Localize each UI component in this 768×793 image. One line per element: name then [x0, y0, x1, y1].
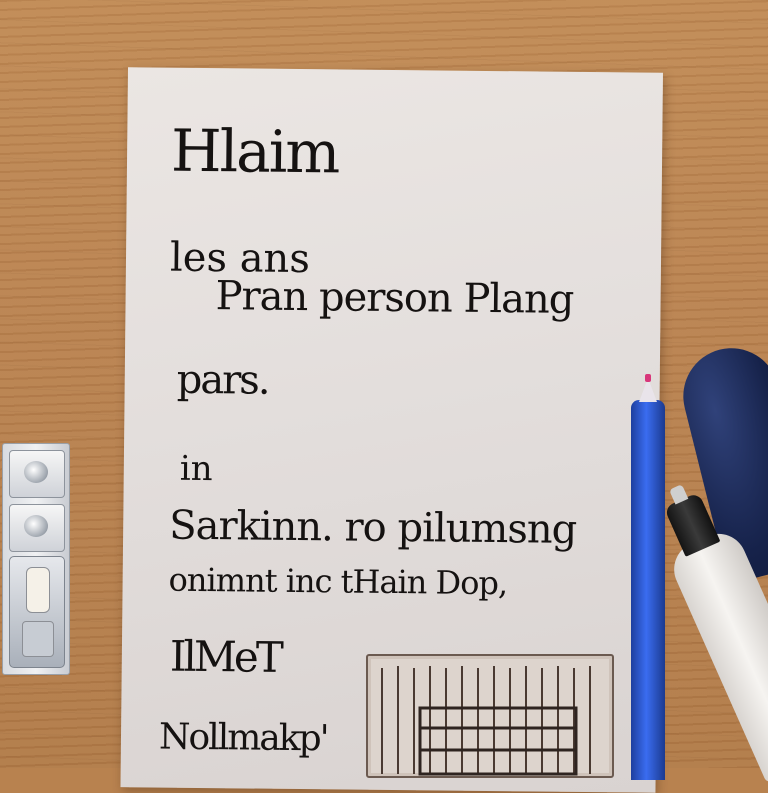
note-line-7: onimnt inc tHain Dop,	[168, 560, 508, 603]
note-line-5: in	[179, 448, 213, 490]
sketched-drawing	[366, 654, 614, 778]
note-line-8: IlMeT	[169, 631, 282, 682]
device-tray	[2, 443, 70, 675]
note-line-9: Nollmakp'	[158, 716, 328, 760]
tray-slot-1	[9, 450, 65, 498]
sketch-lines-icon	[381, 666, 591, 776]
note-line-6: Sarkinn. ro pilumsng	[168, 502, 577, 553]
blue-pen	[631, 374, 665, 780]
tray-dock	[9, 556, 65, 668]
note-line-1: Hlaim	[170, 116, 339, 187]
note-line-4: pars.	[176, 356, 269, 404]
tray-slot-2	[9, 504, 65, 552]
note-line-3: Pran person Plang	[215, 273, 574, 323]
